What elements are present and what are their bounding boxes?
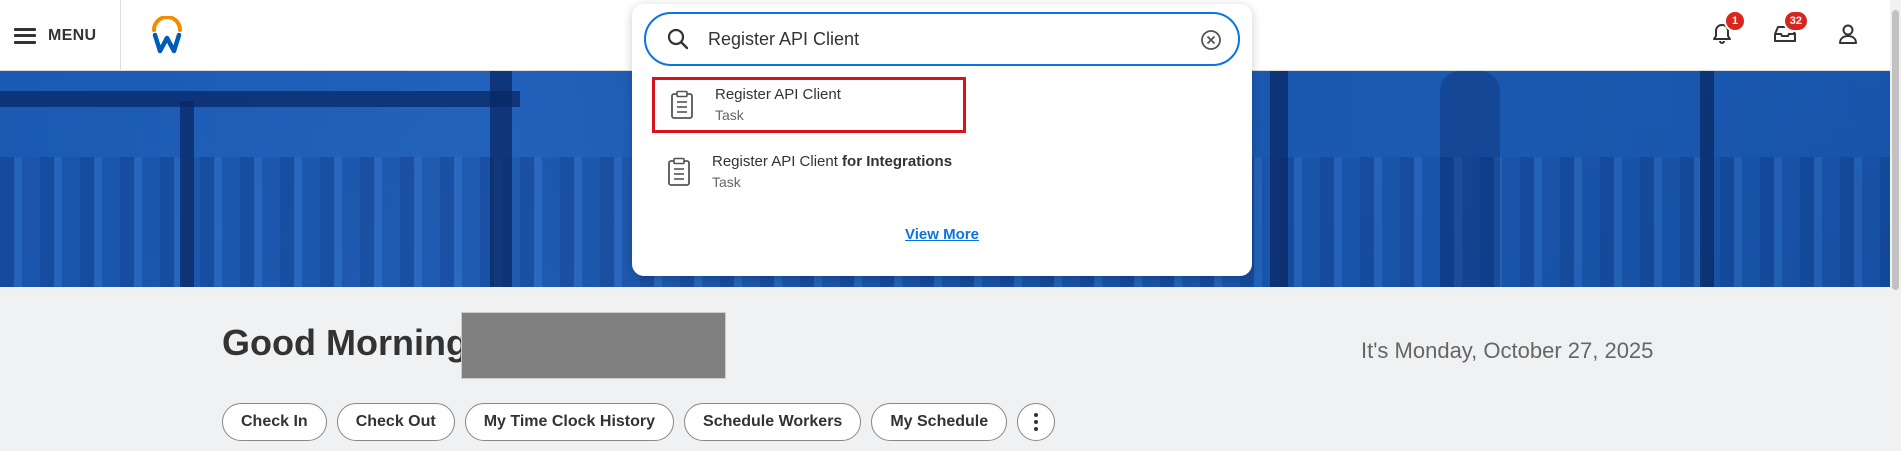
inbox-badge: 32 <box>1782 10 1809 32</box>
redacted-name <box>461 312 726 379</box>
search-icon <box>667 28 689 50</box>
clipboard-icon <box>668 157 690 186</box>
check-out-button[interactable]: Check Out <box>336 403 455 441</box>
workday-logo[interactable] <box>150 16 184 54</box>
schedule-workers-button[interactable]: Schedule Workers <box>684 403 862 441</box>
result-title: Register API Client <box>715 86 841 103</box>
search-result-register-api-client[interactable]: Register API Client Task <box>652 77 966 133</box>
result-title: Register API Client for Integrations <box>712 153 953 170</box>
date-text: It's Monday, October 27, 2025 <box>1361 338 1654 363</box>
quick-actions: Check In Check Out My Time Clock History… <box>222 403 1056 441</box>
search-dropdown: Register API Client Task Register API Cl… <box>632 4 1252 276</box>
menu-label: MENU <box>48 26 97 44</box>
more-actions-button[interactable] <box>1017 403 1056 441</box>
notifications-badge: 1 <box>1724 10 1746 32</box>
notifications-button[interactable]: 1 <box>1706 10 1746 50</box>
clear-icon[interactable] <box>1200 29 1222 51</box>
time-clock-history-button[interactable]: My Time Clock History <box>464 403 675 441</box>
view-more-link[interactable]: View More <box>632 226 1252 243</box>
more-vertical-icon <box>1034 413 1039 431</box>
profile-button[interactable] <box>1832 18 1864 50</box>
greeting-text: Good Morning, <box>222 322 478 363</box>
result-type: Task <box>715 107 744 123</box>
clipboard-icon <box>671 90 693 119</box>
result-type: Task <box>712 174 741 190</box>
menu-button[interactable]: MENU <box>0 0 121 71</box>
check-in-button[interactable]: Check In <box>222 403 327 441</box>
search-field[interactable] <box>644 12 1240 66</box>
inbox-button[interactable]: 32 <box>1769 10 1809 50</box>
user-icon <box>1839 24 1857 44</box>
hamburger-icon <box>14 27 36 44</box>
my-schedule-button[interactable]: My Schedule <box>871 403 1008 441</box>
search-result-register-api-client-for-integrations[interactable]: Register API Client for Integrations Tas… <box>652 144 1212 200</box>
page-scrollbar[interactable] <box>1890 0 1901 451</box>
search-input[interactable] <box>708 28 1188 50</box>
